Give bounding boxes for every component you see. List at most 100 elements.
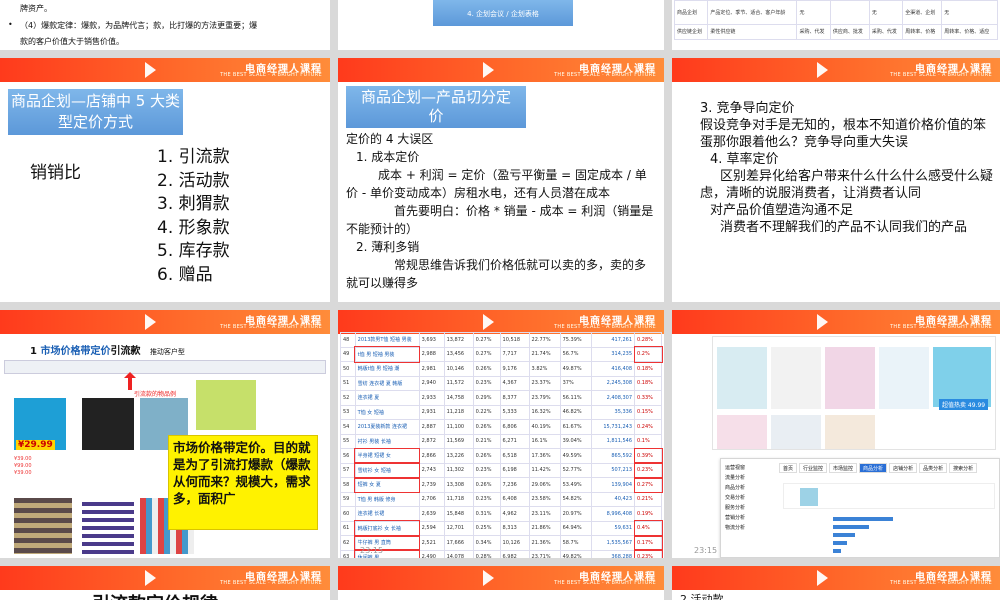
table-cell: 51 [340, 375, 356, 391]
analytics-sidebar: 运营视窗 流量分析 商品分析 交易分析 服务分析 营销分析 物流分析 [725, 463, 777, 533]
slide-pricing-types[interactable]: 电商经理人课程 THE BEST SCALE · A BRIGHT FUTURE… [0, 58, 330, 302]
table-cell: 15,848 [443, 506, 474, 522]
slide-top-mid[interactable]: 4. 企划会议 / 企划表格 [338, 0, 664, 50]
table-cell: 14,078 [443, 549, 474, 558]
table-cell: 17.36% [528, 448, 561, 464]
sidebar-item[interactable]: 物流分析 [725, 523, 777, 533]
table-cell: 供应商、批发 [829, 24, 870, 40]
product-image[interactable] [825, 347, 875, 409]
sidebar-item[interactable]: 营销分析 [725, 513, 777, 523]
table-cell: 连衣裙 长裙 [354, 506, 420, 522]
table-cell: 13,872 [443, 332, 474, 348]
tab[interactable]: 市场监控 [829, 463, 858, 473]
table-cell: 3.82% [528, 361, 561, 377]
slide-header: 电商经理人课程 THE BEST SCALE · A BRIGHT FUTURE [672, 58, 1000, 82]
table-cell: T恤 男 韩版 修身 [354, 491, 420, 507]
product-image-tshirt[interactable] [196, 380, 256, 430]
analytics-tabs: 首页 行业监控 市场监控 商品分析 店铺分析 品类分析 搜索分析 [779, 463, 978, 473]
slide-price-cut[interactable]: 电商经理人课程 THE BEST SCALE · A BRIGHT FUTURE… [338, 58, 664, 302]
slide-bottom-left[interactable]: 电商经理人课程 THE BEST SCALE · A BRIGHT FUTURE… [0, 566, 330, 600]
table-cell: 11,100 [443, 419, 474, 435]
table-cell: 29.06% [528, 477, 561, 493]
slide-screens[interactable]: 电商经理人课程 THE BEST SCALE · A BRIGHT FUTURE… [672, 310, 1000, 558]
table-cell: 49.87% [559, 361, 592, 377]
table-cell: 2,408,307 [590, 390, 636, 406]
product-image[interactable] [717, 415, 767, 449]
text-line: 1. 成本定价 [356, 150, 420, 164]
product-image[interactable] [771, 347, 821, 409]
sidebar-item[interactable]: 服务分析 [725, 503, 777, 513]
table-cell: 53.49% [559, 477, 592, 493]
slide-competition[interactable]: 电商经理人课程 THE BEST SCALE · A BRIGHT FUTURE… [672, 58, 1000, 302]
table-cell: 7,717 [499, 346, 530, 362]
product-image[interactable] [933, 347, 991, 407]
table-cell: 23.11% [528, 506, 561, 522]
table-cell: 11,218 [443, 404, 474, 420]
table-cell: 0.23% [472, 375, 501, 391]
slide-market-price[interactable]: 电商经理人课程 THE BEST SCALE · A BRIGHT FUTURE… [0, 310, 330, 558]
table-row: 61 韩版打底衫 女 长袖 2,594 12,701 0.25% 8,313 21.86% 6… [340, 520, 663, 537]
product-image[interactable] [771, 415, 821, 449]
sidebar-item[interactable]: 流量分析 [725, 473, 777, 483]
callout-note: 市场价格带定价。目的就是为了引流打爆款（爆款从何而来？规模大，需求多，面积广 [168, 435, 318, 530]
slide-keyword-table[interactable]: 电商经理人课程 THE BEST SCALE · A BRIGHT FUTURE… [338, 310, 664, 558]
brand-tagline: THE BEST SCALE · A BRIGHT FUTURE [220, 324, 322, 330]
table-cell: 柔性供应链 [707, 24, 798, 40]
tab[interactable]: 行业监控 [799, 463, 828, 473]
sidebar-item[interactable]: 商品分析 [725, 483, 777, 493]
caption-box: 4. 企划会议 / 企划表格 [433, 0, 573, 26]
table-cell: 58 [340, 477, 356, 493]
table-cell: 0.27% [633, 476, 663, 493]
product-image[interactable] [717, 347, 767, 409]
table-cell: 2,933 [418, 390, 445, 406]
bar [833, 533, 855, 537]
text-line: 对产品价值塑造沟通不足 [710, 203, 854, 218]
product-image[interactable] [825, 415, 875, 449]
tab[interactable]: 首页 [779, 463, 798, 473]
table-row: 51 雪纺 连衣裙 夏 韩版 2,940 11,572 0.23% 4,367 23.37%… [340, 375, 662, 391]
table-cell: 6,198 [499, 462, 530, 478]
table-cell: 0.4% [633, 520, 663, 537]
table-cell: 2,887 [418, 419, 445, 435]
timestamp: 23:15 [360, 546, 384, 555]
table-cell: 0.21% [634, 491, 662, 507]
tab[interactable]: 品类分析 [919, 463, 948, 473]
table-cell: 2,490 [418, 549, 445, 558]
slide-bottom-right[interactable]: 电商经理人课程 THE BEST SCALE · A BRIGHT FUTURE… [672, 566, 1000, 600]
left-label: 销销比 [30, 163, 81, 183]
table-cell: 11.42% [528, 462, 561, 478]
table-cell: 0.26% [472, 361, 501, 377]
product-image-polo[interactable] [14, 498, 72, 554]
slide-gap [0, 558, 1000, 566]
brand-tagline: THE BEST SCALE · A BRIGHT FUTURE [890, 580, 992, 586]
product-image[interactable] [879, 347, 929, 409]
tab[interactable]: 店铺分析 [889, 463, 918, 473]
table-cell: 短裤 女 夏 [354, 476, 421, 493]
table-cell: 0.27% [472, 346, 501, 362]
analytics-summary [783, 483, 995, 509]
table-cell: 3,693 [418, 332, 445, 348]
tab[interactable]: 搜索分析 [949, 463, 978, 473]
slide-top-right[interactable]: 商品企划 产品定位、季节、适合、客户年龄 无 无 全渠道、企划 无 供应链企划 … [672, 0, 1000, 50]
analytics-screenshot: 首页 行业监控 市场监控 商品分析 店铺分析 品类分析 搜索分析 运营视窗 流量分析 商品分析交… [720, 458, 1000, 558]
tab[interactable]: 商品分析 [859, 463, 888, 473]
table-row: 62 牛仔裤 男 直筒 2,521 17,666 0.34% 10,126 21.36% 58… [340, 534, 663, 551]
product-image-polo[interactable] [82, 498, 134, 554]
table-cell: 2013夏装新款 连衣裙 [354, 419, 420, 435]
table-cell: 全渠道、企划 [902, 0, 943, 25]
slide-gap [0, 50, 1000, 58]
bar [833, 541, 847, 545]
table-cell: 0.15% [634, 404, 662, 420]
text-line: 定价的 4 大误区 [346, 132, 434, 146]
filter-toolbar[interactable] [4, 360, 326, 374]
sidebar-item[interactable]: 交易分析 [725, 493, 777, 503]
product-image-tshirt[interactable] [82, 398, 134, 450]
slide-bottom-mid[interactable]: 电商经理人课程 THE BEST SCALE · A BRIGHT FUTURE [338, 566, 664, 600]
slide-top-left[interactable]: 牌资产。 • （4）爆款定律：爆款，为品牌代言；款，比打爆的方法更重要；爆 款的… [0, 0, 330, 50]
table-cell: 2013款男T恤 短袖 男装 [354, 332, 420, 348]
sidebar-item[interactable]: 运营视窗 [725, 463, 777, 473]
table-cell: 6,982 [499, 549, 530, 558]
table-cell: 10,126 [499, 535, 530, 551]
table-cell: 507,213 [590, 462, 636, 478]
brand-tagline: THE BEST SCALE · A BRIGHT FUTURE [554, 72, 656, 78]
